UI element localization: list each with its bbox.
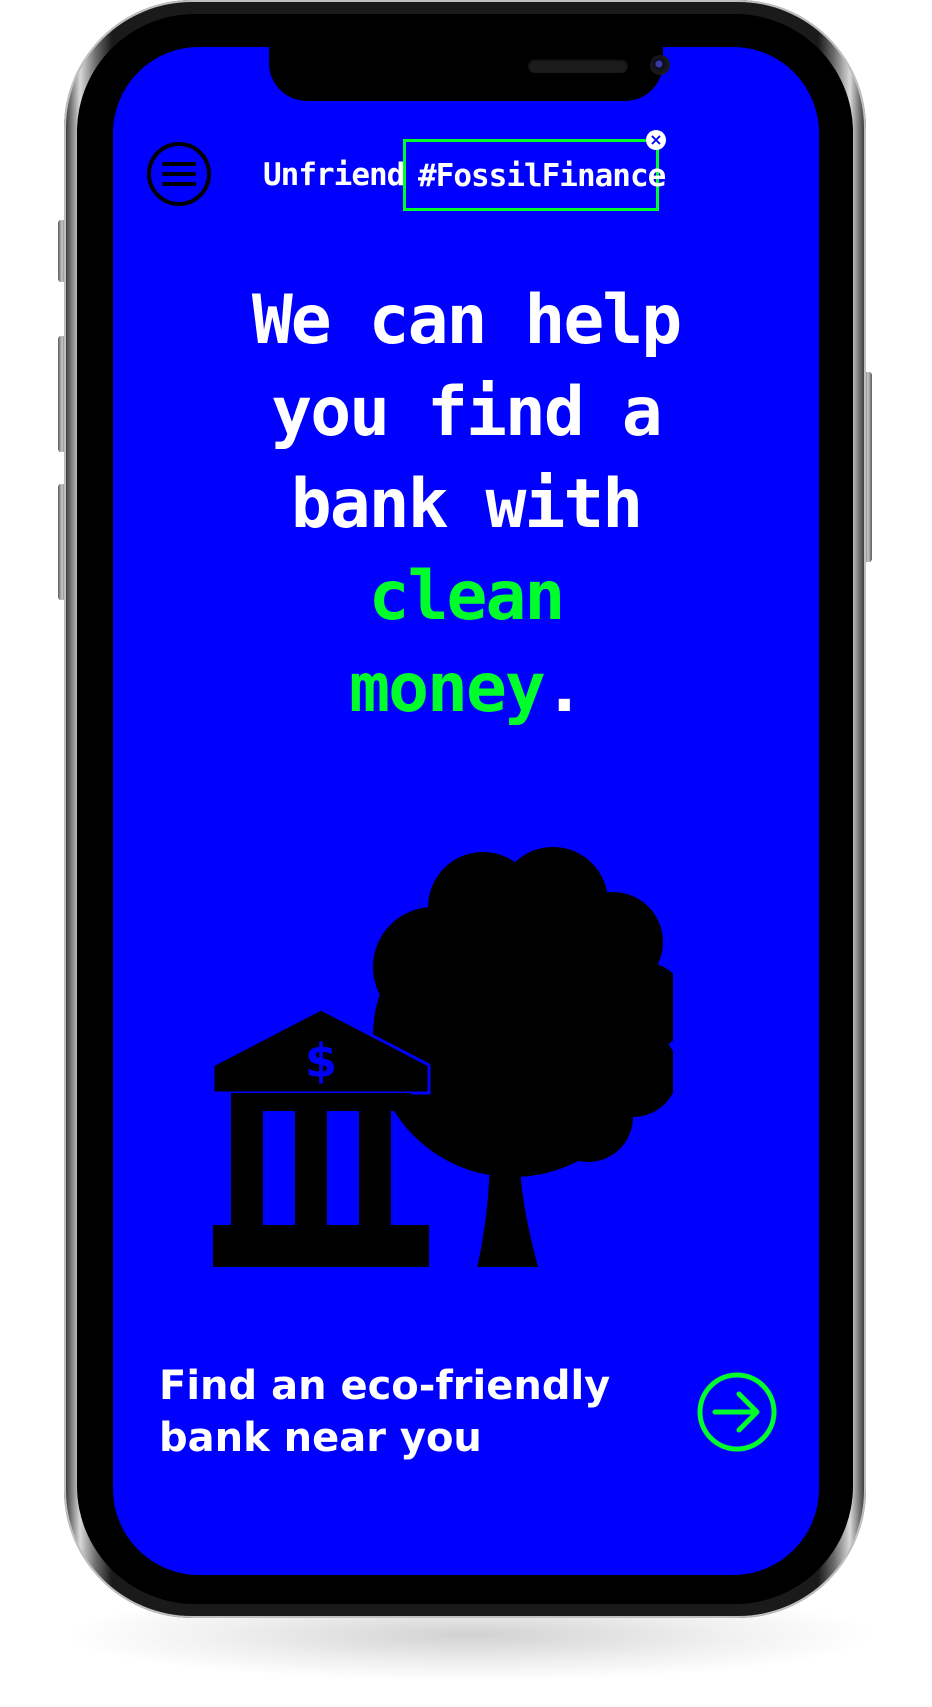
headline-line-3: bank with: [290, 465, 643, 544]
cta-line-2: bank near you: [159, 1415, 482, 1461]
tree-icon: [373, 847, 673, 1267]
arrow-right-icon[interactable]: [697, 1372, 777, 1452]
menu-bar: [162, 182, 196, 186]
headline-line-1: We can help: [251, 281, 682, 360]
app-screen: Unfriend #FossilFinance × We can help yo…: [113, 47, 819, 1575]
headline-period: .: [543, 649, 585, 728]
menu-bar: [162, 172, 196, 176]
speaker-grille: [528, 59, 628, 73]
headline-line-2: you find a: [271, 373, 662, 452]
close-icon[interactable]: ×: [646, 130, 666, 150]
headline-line-5: money.: [153, 643, 779, 735]
menu-bar: [162, 162, 196, 166]
hashtag-text: #FossilFinance: [418, 158, 666, 194]
dollar-sign-icon: $: [305, 1034, 337, 1088]
headline-accent-2: money: [349, 649, 546, 728]
hamburger-menu-icon[interactable]: [147, 142, 211, 206]
device-mockup: Unfriend #FossilFinance × We can help yo…: [0, 0, 932, 1707]
front-camera: [650, 55, 670, 75]
hero-headline: We can help you find a bank with clean m…: [153, 275, 779, 735]
notch: [269, 47, 670, 101]
cta-line-1: Find an eco-friendly: [159, 1363, 611, 1409]
bank-tree-illustration: $: [211, 847, 673, 1267]
brand-prefix: Unfriend: [263, 157, 405, 193]
hashtag-badge[interactable]: #FossilFinance: [403, 139, 666, 211]
cta-text[interactable]: Find an eco-friendly bank near you: [159, 1360, 659, 1464]
headline-accent-1: clean: [368, 557, 566, 636]
